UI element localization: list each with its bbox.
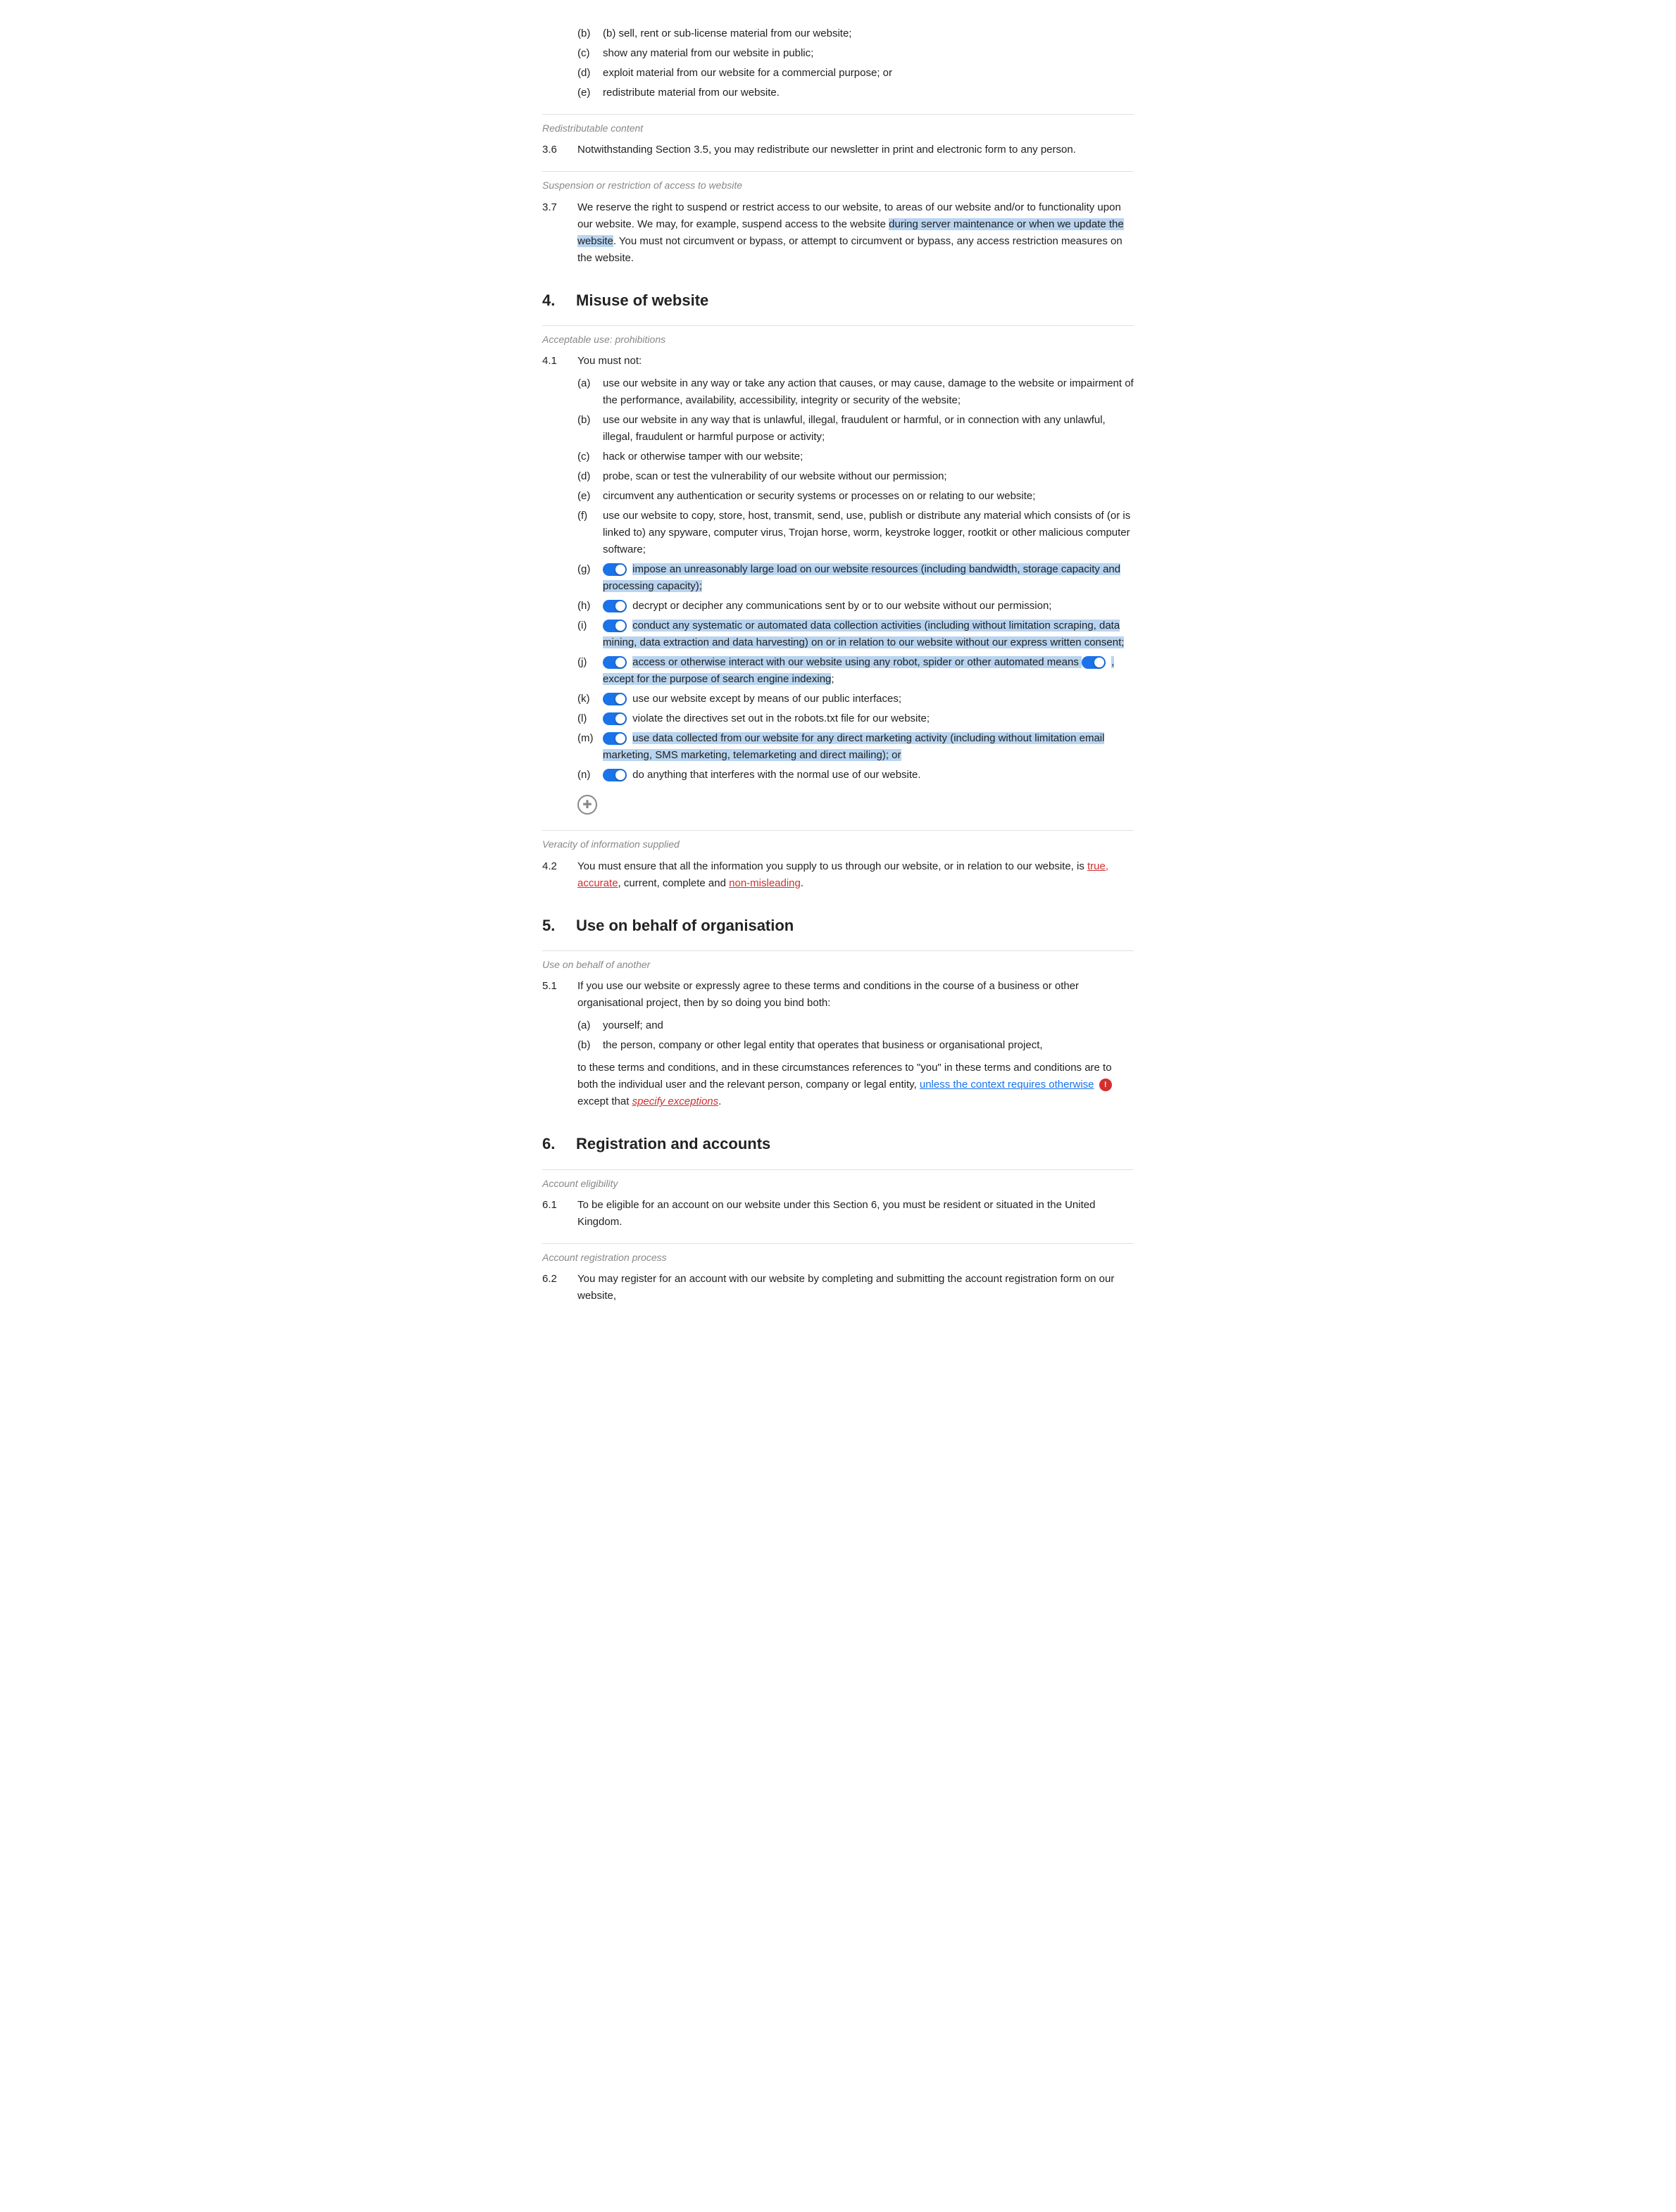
list-item: (a) use our website in any way or take a… (577, 375, 1134, 409)
account-eligibility-heading: Account eligibility (542, 1169, 1134, 1191)
account-registration-heading: Account registration process (542, 1243, 1134, 1265)
specify-exceptions[interactable]: specify exceptions (632, 1095, 719, 1107)
highlight-i: conduct any systematic or automated data… (603, 620, 1124, 648)
highlight-j: access or otherwise interact with our we… (632, 656, 1082, 668)
toggle-l[interactable] (603, 712, 627, 725)
highlight-m: use data collected from our website for … (603, 732, 1104, 761)
highlight-unless-context: unless the context requires otherwise (920, 1079, 1094, 1091)
list-item: (c) hack or otherwise tamper with our we… (577, 448, 1134, 465)
clause-3-7: 3.7 We reserve the right to suspend or r… (542, 199, 1134, 267)
toggle-m[interactable] (603, 732, 627, 745)
redistributable-content-heading: Redistributable content (542, 114, 1134, 136)
list-item: (d) exploit material from our website fo… (577, 65, 1134, 82)
toggle-j2[interactable] (1082, 656, 1106, 669)
list-item: (j) access or otherwise interact with ou… (577, 654, 1134, 688)
acceptable-use-heading: Acceptable use: prohibitions (542, 325, 1134, 347)
list-item: (a) yourself; and (577, 1017, 1134, 1034)
list-item: (k) use our website except by means of o… (577, 691, 1134, 708)
toggle-n[interactable] (603, 769, 627, 781)
list-item: (h) decrypt or decipher any communicatio… (577, 598, 1134, 615)
list-item: (i) conduct any systematic or automated … (577, 617, 1134, 651)
suspension-heading: Suspension or restriction of access to w… (542, 171, 1134, 193)
section4-subitems: (a) use our website in any way or take a… (577, 375, 1134, 784)
list-item: (n) do anything that interferes with the… (577, 767, 1134, 784)
veracity-heading: Veracity of information supplied (542, 830, 1134, 852)
section3-subitems: (b) (b) sell, rent or sub-license materi… (577, 25, 1134, 101)
highlight-g: impose an unreasonably large load on our… (603, 563, 1120, 592)
list-item: (b) (b) sell, rent or sub-license materi… (577, 25, 1134, 42)
list-item: (b) the person, company or other legal e… (577, 1037, 1134, 1054)
list-item: (f) use our website to copy, store, host… (577, 508, 1134, 558)
clause-4-1: 4.1 You must not: (542, 353, 1134, 370)
section5-heading: 5. Use on behalf of organisation (542, 913, 1134, 938)
toggle-g[interactable] (603, 563, 627, 576)
toggle-h[interactable] (603, 600, 627, 612)
list-item: (c) show any material from our website i… (577, 45, 1134, 62)
highlight-non-misleading: non-misleading (729, 877, 801, 889)
section5-subitems: (a) yourself; and (b) the person, compan… (577, 1017, 1134, 1054)
clause-6-2: 6.2 You may register for an account with… (542, 1271, 1134, 1305)
toggle-j1[interactable] (603, 656, 627, 669)
highlight-true-accurate: true, accurate (577, 860, 1108, 889)
list-item: (e) circumvent any authentication or sec… (577, 488, 1134, 505)
clause-5-1-para: to these terms and conditions, and in th… (577, 1060, 1134, 1110)
toggle-i[interactable] (603, 620, 627, 632)
highlight-server-maintenance: during server maintenance or when we upd… (577, 218, 1124, 247)
toggle-k[interactable] (603, 693, 627, 705)
add-item-button[interactable]: ✚ (577, 795, 597, 815)
section6-heading: 6. Registration and accounts (542, 1131, 1134, 1156)
use-on-behalf-heading: Use on behalf of another (542, 950, 1134, 972)
list-item: (d) probe, scan or test the vulnerabilit… (577, 468, 1134, 485)
list-item: (g) impose an unreasonably large load on… (577, 561, 1134, 595)
clause-5-1: 5.1 If you use our website or expressly … (542, 978, 1134, 1012)
clause-6-1: 6.1 To be eligible for an account on our… (542, 1197, 1134, 1231)
clause-4-2: 4.2 You must ensure that all the informa… (542, 858, 1134, 892)
error-badge: ! (1099, 1079, 1112, 1091)
clause-3-6: 3.6 Notwithstanding Section 3.5, you may… (542, 142, 1134, 158)
section3-tail: (b) (b) sell, rent or sub-license materi… (542, 25, 1134, 267)
list-item: (b) use our website in any way that is u… (577, 412, 1134, 446)
section4-heading: 4. Misuse of website (542, 288, 1134, 313)
list-item: (m) use data collected from our website … (577, 730, 1134, 764)
list-item: (e) redistribute material from our websi… (577, 84, 1134, 101)
list-item: (l) violate the directives set out in th… (577, 710, 1134, 727)
